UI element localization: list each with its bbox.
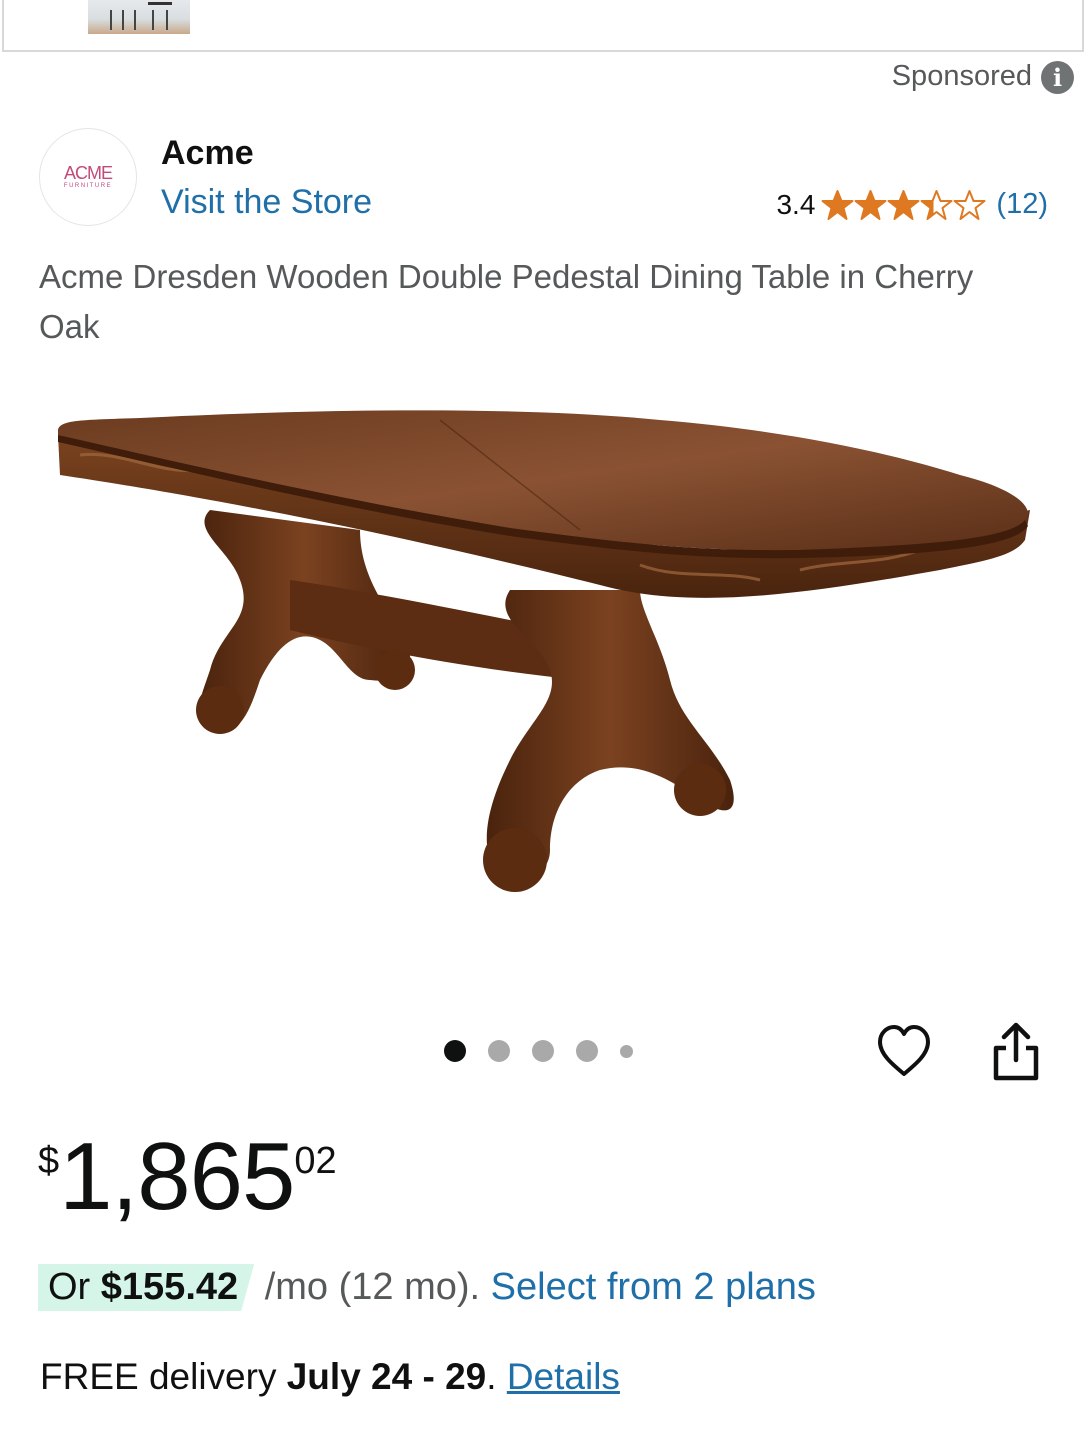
sponsored-ad-card[interactable] (2, 0, 1084, 52)
sponsored-label: Sponsored (891, 60, 1032, 92)
brand-logo[interactable]: ACME FURNITURE (39, 128, 137, 226)
heart-icon[interactable] (874, 1022, 934, 1082)
share-icon[interactable] (986, 1020, 1046, 1084)
delivery-info: FREE delivery July 24 - 29. Details (40, 1356, 620, 1398)
star-icon (854, 189, 887, 220)
carousel-dot[interactable] (576, 1040, 598, 1062)
financing-amount: $155.42 (100, 1266, 239, 1308)
price-currency: $ (38, 1140, 60, 1182)
price-fraction: 02 (294, 1140, 337, 1182)
select-plans-link[interactable]: Select from 2 plans (491, 1266, 816, 1308)
visit-store-link[interactable]: Visit the Store (161, 183, 372, 222)
delivery-dates: July 24 - 29 (286, 1356, 487, 1397)
ad-thumbnail-image[interactable] (88, 0, 190, 34)
brand-logo-text: ACME (63, 163, 113, 183)
carousel-dot[interactable] (532, 1040, 554, 1062)
carousel-dot[interactable] (444, 1040, 466, 1062)
star-icon (953, 189, 986, 220)
financing-badge: Or $155.42 (38, 1264, 255, 1311)
rating-value: 3.4 (776, 188, 816, 220)
price-whole: 1,865 (59, 1123, 295, 1230)
brand-name: Acme (161, 134, 254, 172)
brand-logo-subtext: FURNITURE (63, 183, 113, 189)
delivery-prefix: FREE delivery (40, 1356, 287, 1397)
price: $1,86502 (38, 1122, 337, 1232)
financing-prefix: Or (48, 1266, 101, 1308)
carousel-dot[interactable] (488, 1040, 510, 1062)
star-rating (821, 189, 986, 221)
image-carousel-dots[interactable] (444, 1040, 633, 1062)
delivery-details-link[interactable]: Details (507, 1356, 620, 1397)
star-icon (887, 189, 920, 220)
rating-summary[interactable]: 3.4 (12) (776, 188, 1048, 221)
rating-count[interactable]: (12) (996, 188, 1048, 221)
star-icon (920, 189, 953, 220)
product-title: Acme Dresden Wooden Double Pedestal Dini… (39, 258, 974, 345)
product-image[interactable] (40, 380, 1050, 920)
star-icon (821, 189, 854, 220)
carousel-dot[interactable] (620, 1044, 633, 1058)
delivery-separator: . (486, 1356, 507, 1397)
financing-offer: Or $155.42 /mo (12 mo). Select from 2 pl… (38, 1264, 816, 1311)
financing-term: /mo (12 mo). (254, 1266, 491, 1308)
info-icon[interactable]: i (1041, 61, 1074, 94)
